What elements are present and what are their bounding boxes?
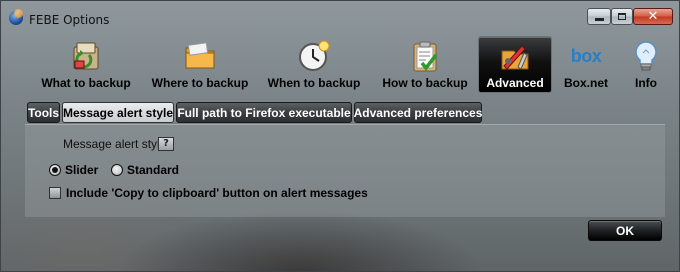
radio-slider[interactable]: Slider (49, 163, 98, 177)
close-button[interactable]: ✕ (633, 8, 673, 25)
box-logo-text: box (570, 45, 602, 66)
checkbox-label: Include 'Copy to clipboard' button on al… (66, 186, 368, 200)
title-bar[interactable]: FEBE Options ✕ (1, 1, 680, 37)
radio-indicator[interactable] (111, 164, 123, 176)
clock-icon (299, 40, 330, 71)
tab-tools[interactable]: Tools (27, 102, 60, 123)
clipboard-check-icon (413, 41, 438, 72)
tab-full-path-firefox[interactable]: Full path to Firefox executable (176, 102, 352, 123)
radio-label: Slider (65, 163, 99, 177)
maximize-icon (618, 13, 626, 20)
toolbar-how-to-backup[interactable]: How to backup (376, 37, 474, 95)
window-title: FEBE Options (29, 13, 110, 27)
toolbar-label: Box.net (563, 76, 608, 90)
backup-items-icon (73, 42, 99, 70)
toolbar-label: How to backup (382, 76, 468, 90)
toolbar-label: When to backup (267, 76, 361, 90)
clipboard-button-checkbox[interactable]: Include 'Copy to clipboard' button on al… (49, 186, 368, 200)
box-logo-icon: box (569, 39, 603, 73)
radio-standard[interactable]: Standard (111, 163, 179, 177)
toolbar-label: Advanced (486, 76, 544, 90)
firefox-icon (9, 9, 23, 25)
options-window: FEBE Options ✕ What to backup Where to b… (0, 0, 680, 272)
close-icon: ✕ (647, 9, 659, 24)
folder-icon (185, 42, 215, 69)
maximize-button[interactable] (611, 8, 633, 25)
advanced-tools-icon (501, 45, 529, 70)
help-icon[interactable]: ? (158, 137, 174, 151)
radio-indicator[interactable] (49, 164, 61, 176)
tab-advanced-preferences[interactable]: Advanced preferences (354, 102, 482, 123)
radio-label: Standard (127, 163, 180, 177)
toolbar-info[interactable]: Info (623, 37, 669, 95)
minimize-button[interactable] (587, 8, 611, 25)
toolbar-box-net[interactable]: box Box.net (557, 37, 615, 95)
alert-style-label: Message alert style (63, 137, 167, 151)
toolbar-label: What to backup (41, 76, 131, 90)
toolbar-where-to-backup[interactable]: Where to backup (146, 37, 254, 95)
minimize-icon (594, 18, 604, 21)
toolbar-label: Info (635, 76, 657, 90)
lightbulb-icon (635, 41, 657, 71)
toolbar-label: Where to backup (151, 76, 249, 90)
toolbar-what-to-backup[interactable]: What to backup (31, 37, 141, 95)
toolbar-advanced[interactable]: Advanced (478, 36, 552, 93)
checkbox-box[interactable] (49, 187, 61, 199)
ok-button[interactable]: OK (588, 220, 662, 241)
tab-message-alert-style[interactable]: Message alert style (62, 102, 174, 123)
toolbar-when-to-backup[interactable]: When to backup (263, 37, 365, 95)
